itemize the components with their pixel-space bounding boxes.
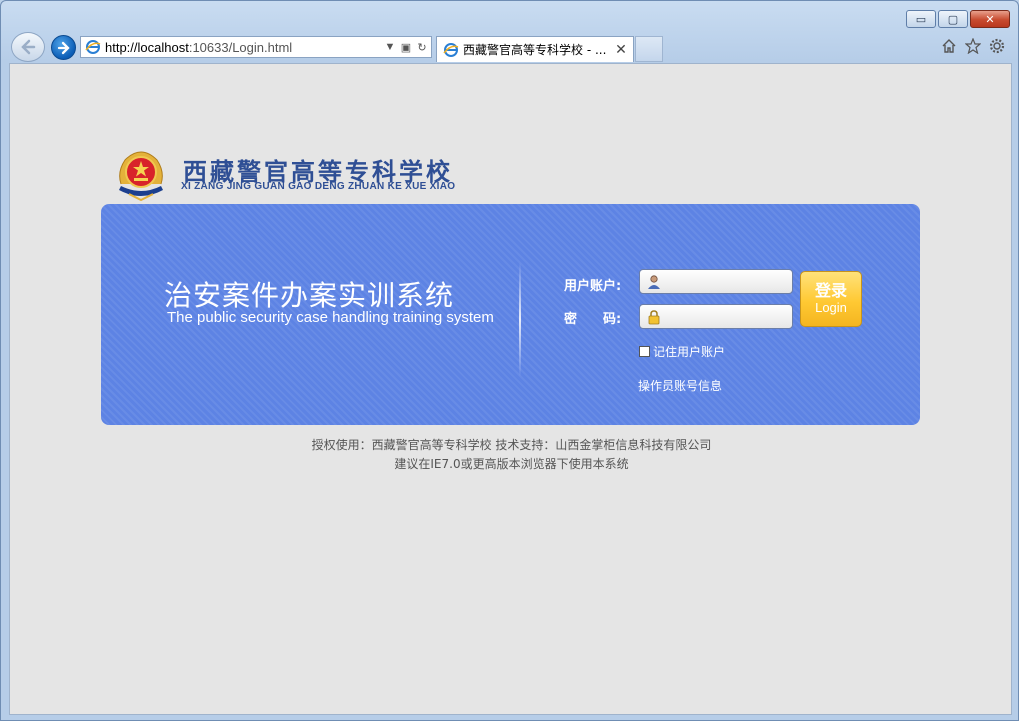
address-bar[interactable]: http://localhost:10633/Login.html ▼ ▣ ↻ xyxy=(80,36,432,58)
url-text[interactable]: http://localhost:10633/Login.html xyxy=(105,40,383,55)
system-subtitle: The public security case handling traini… xyxy=(167,309,494,326)
forward-button[interactable] xyxy=(51,35,76,60)
gear-icon[interactable] xyxy=(988,37,1006,55)
tab-login[interactable]: 西藏警官高等专科学校 - ... ✕ xyxy=(436,36,634,62)
back-arrow-icon xyxy=(21,39,36,55)
forward-arrow-icon xyxy=(57,41,70,54)
restore-button[interactable]: ▢ xyxy=(938,10,968,28)
new-tab-button[interactable] xyxy=(635,36,663,62)
login-panel: 治安案件办案实训系统 The public security case hand… xyxy=(101,204,920,425)
close-button[interactable]: ✕ xyxy=(970,10,1010,28)
url-path: :10633/Login.html xyxy=(188,39,293,55)
login-button-label-cn: 登录 xyxy=(814,281,847,300)
username-field[interactable] xyxy=(639,269,793,294)
lock-icon xyxy=(648,309,660,324)
login-button[interactable]: 登录 Login xyxy=(800,271,862,327)
close-tab-icon[interactable]: ✕ xyxy=(613,42,629,58)
ie-icon xyxy=(443,42,459,57)
remember-label: 记住用户账户 xyxy=(653,345,726,359)
page-content: 西藏警官高等专科学校 XI ZANG JING GUAN GAO DENG ZH… xyxy=(9,63,1012,715)
police-emblem-icon xyxy=(119,151,163,202)
dropdown-icon[interactable]: ▼ xyxy=(383,41,397,53)
back-button[interactable] xyxy=(11,32,45,62)
tab-title: 西藏警官高等专科学校 - ... xyxy=(463,43,607,57)
username-input[interactable] xyxy=(666,270,792,293)
refresh-icon[interactable]: ↻ xyxy=(415,41,429,54)
password-label: 密 码: xyxy=(564,312,622,327)
footer-browser-hint: 建议在IE7.0或更高版本浏览器下使用本系统 xyxy=(394,457,629,471)
footer-credits: 授权使用：西藏警官高等专科学校 技术支持：山西金掌柜信息科技有限公司 xyxy=(311,438,712,452)
login-button-label-en: Login xyxy=(815,300,847,315)
url-host: http://localhost xyxy=(105,39,189,55)
system-title: 治安案件办案实训系统 xyxy=(164,279,455,312)
password-input[interactable] xyxy=(666,305,792,328)
browser-tools xyxy=(940,37,1006,55)
school-logo: 西藏警官高等专科学校 XI ZANG JING GUAN GAO DENG ZH… xyxy=(115,148,475,204)
compat-view-icon[interactable]: ▣ xyxy=(399,41,413,54)
browser-window: ▭ ▢ ✕ http://localhost:10633/Login.html … xyxy=(0,0,1019,721)
ie-icon xyxy=(85,40,101,54)
school-name-en: XI ZANG JING GUAN GAO DENG ZHUAN KE XUE … xyxy=(181,181,456,192)
user-icon xyxy=(648,274,660,289)
favorites-star-icon[interactable] xyxy=(964,37,982,55)
username-label: 用户账户: xyxy=(564,279,622,294)
home-icon[interactable] xyxy=(940,37,958,55)
password-field[interactable] xyxy=(639,304,793,329)
panel-divider xyxy=(519,262,521,377)
window-controls: ▭ ▢ ✕ xyxy=(906,10,1010,28)
remember-checkbox[interactable] xyxy=(639,346,650,357)
operator-account-link[interactable]: 操作员账号信息 xyxy=(638,377,722,394)
minimize-button[interactable]: ▭ xyxy=(906,10,936,28)
remember-account[interactable]: 记住用户账户 xyxy=(639,343,725,360)
